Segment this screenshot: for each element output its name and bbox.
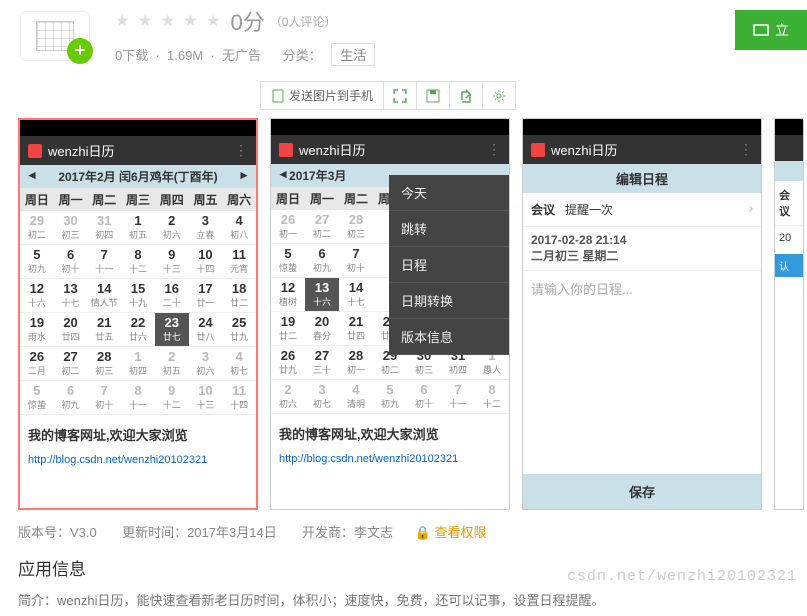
screenshot-2[interactable]: wenzhi日历⋮ ◄ 2017年3月 今天跳转日程日期转换版本信息 周日周一周… bbox=[270, 118, 510, 510]
version-label: 版本号： bbox=[18, 525, 70, 540]
download-count: 0下载 bbox=[115, 48, 148, 63]
menu-item[interactable]: 版本信息 bbox=[389, 319, 509, 355]
blog-text: 我的博客网址,欢迎大家浏览 bbox=[271, 414, 509, 453]
screenshot-1[interactable]: wenzhi日历⋮ ◄2017年2月 闰6月鸡年(丁酉年)► 周日周一周二周三周… bbox=[18, 118, 258, 510]
blog-text: 我的博客网址,欢迎大家浏览 bbox=[20, 415, 256, 454]
schedule-lunar: 二月初三 星期二 bbox=[531, 247, 753, 264]
rating-stars: ★ ★ ★ ★ ★ bbox=[115, 11, 223, 31]
app-size: 1.69M bbox=[167, 48, 203, 63]
menu-item[interactable]: 跳转 bbox=[389, 211, 509, 247]
screenshot-3[interactable]: wenzhi日历⋮ 编辑日程 会议 提醒一次 › 2017-02-28 21:1… bbox=[522, 118, 762, 510]
category-tag[interactable]: 生活 bbox=[331, 43, 375, 66]
fullscreen-icon[interactable] bbox=[384, 82, 417, 109]
edit-schedule-title: 编辑日程 bbox=[523, 164, 761, 193]
menu-item[interactable]: 今天 bbox=[389, 175, 509, 211]
plus-icon: + bbox=[67, 38, 93, 64]
meeting-row[interactable]: 会议 提醒一次 › bbox=[523, 193, 761, 227]
update-value: 2017年3月14日 bbox=[187, 525, 277, 540]
send-to-phone-button[interactable]: 发送图片到手机 bbox=[261, 82, 384, 109]
menu-item[interactable]: 日程 bbox=[389, 247, 509, 283]
watermark: csdn.net/wenzhi20102321 bbox=[567, 568, 797, 585]
schedule-datetime: 2017-02-28 21:14 bbox=[531, 233, 753, 247]
settings-icon[interactable] bbox=[483, 82, 515, 109]
app-icon: + bbox=[20, 11, 90, 61]
schedule-input[interactable]: 请输入你的日程... bbox=[523, 271, 761, 474]
rating-score: 0分 bbox=[231, 5, 265, 37]
chevron-right-icon: › bbox=[749, 201, 753, 218]
image-toolbar: 发送图片到手机 bbox=[260, 81, 516, 110]
blog-link[interactable]: http://blog.csdn.net/wenzhi20102321 bbox=[20, 454, 256, 466]
review-count[interactable]: （0人评论） bbox=[270, 13, 337, 30]
dev-label: 开发商： bbox=[302, 525, 354, 540]
update-label: 更新时间： bbox=[122, 525, 187, 540]
category-label: 分类： bbox=[283, 48, 322, 63]
menu-item[interactable]: 日期转换 bbox=[389, 283, 509, 319]
dev-value: 李文志 bbox=[354, 525, 393, 540]
blog-link[interactable]: http://blog.csdn.net/wenzhi20102321 bbox=[271, 453, 509, 465]
version-value: V3.0 bbox=[70, 525, 97, 540]
save-icon[interactable] bbox=[417, 82, 450, 109]
screenshot-4[interactable]: 会议 20 认 bbox=[774, 118, 804, 510]
install-button[interactable]: 立 bbox=[735, 10, 807, 50]
app-description: 简介：wenzhi日历，能快速查看新老日历时间，体积小；速度快，免费，还可以记事… bbox=[0, 586, 807, 616]
ads-label: 无广告 bbox=[222, 48, 261, 63]
save-button[interactable]: 保存 bbox=[523, 474, 761, 509]
permissions-link[interactable]: 🔒 查看权限 bbox=[415, 525, 487, 540]
share-icon[interactable] bbox=[450, 82, 483, 109]
